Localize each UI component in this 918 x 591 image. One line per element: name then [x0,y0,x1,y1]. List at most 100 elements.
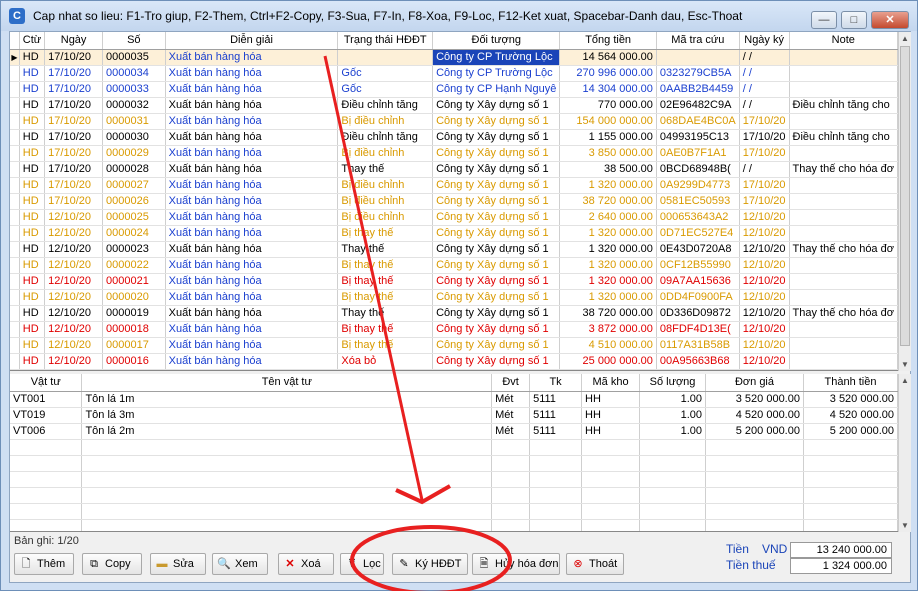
cell-dt[interactable]: Công ty Xây dựng số 1 [432,145,561,162]
column-header[interactable]: Ngày ký [739,32,790,50]
cell-ma[interactable]: 0DD4F0900FA [656,289,740,306]
cell-dg[interactable]: Xuất bán hàng hóa [165,129,339,146]
cell-tien[interactable]: 4 510 000.00 [559,337,657,354]
cell-dg[interactable]: Xuất bán hàng hóa [165,209,339,226]
cell-dt[interactable]: Công ty Xây dựng số 1 [432,113,561,130]
cell-dg[interactable]: Xuất bán hàng hóa [165,337,339,354]
detail-scrollbar[interactable]: ▲ ▼ [898,374,911,532]
grid-scrollbar[interactable]: ▲ ▼ [898,32,911,371]
table-row[interactable]: HD 17/10/20 0000032 Xuất bán hàng hóa Điều c… [10,97,898,114]
cell-tt[interactable]: Điều chỉnh tăng [337,97,434,114]
cell-tt[interactable]: Điều chỉnh tăng [337,129,434,146]
column-header[interactable]: Ngày [44,32,104,50]
cell-tien[interactable]: 270 996 000.00 [559,65,657,82]
scroll-thumb[interactable] [900,46,910,346]
table-row[interactable]: HD 12/10/20 0000023 Xuất bán hàng hóa Thay t… [10,241,898,258]
cell-so[interactable]: 0000024 [102,225,166,242]
cell-tt[interactable]: Thay thế [337,305,434,322]
edit-button[interactable]: ▬ Sửa [150,553,206,575]
table-row[interactable]: HD 12/10/20 0000024 Xuất bán hàng hóa Bị tha… [10,225,898,242]
cell-tien[interactable]: 25 000 000.00 [559,353,657,370]
table-row[interactable]: HD 12/10/20 0000021 Xuất bán hàng hóa Bị tha… [10,273,898,290]
cell-dg[interactable]: Xuất bán hàng hóa [165,273,339,290]
cell-nk[interactable]: 12/10/20 [739,305,790,322]
cell-ct[interactable]: HD [19,225,46,242]
cell-nk[interactable]: 12/10/20 [739,321,790,338]
cell-tt[interactable]: Bị điều chỉnh [337,209,434,226]
cell-ct[interactable]: HD [19,81,46,98]
cell-ma[interactable]: 068DAE4BC0A [656,113,740,130]
cell-ma[interactable]: 0D336D09872 [656,305,740,322]
cell-nk[interactable]: 12/10/20 [739,209,790,226]
cell-dt[interactable]: Công ty Xây dựng số 1 [432,97,561,114]
cell-tien[interactable]: 1 320 000.00 [559,241,657,258]
cell-ct[interactable]: HD [19,113,46,130]
cell-ngay[interactable]: 12/10/20 [44,289,104,306]
cell-tt[interactable]: Gốc [337,65,434,82]
cell-dg[interactable]: Xuất bán hàng hóa [165,225,339,242]
cell-ct[interactable]: HD [19,337,46,354]
cell-tt[interactable] [337,49,434,66]
cell-nk[interactable]: 12/10/20 [739,241,790,258]
cell-tt[interactable]: Bị điều chỉnh [337,193,434,210]
table-row[interactable]: HD 12/10/20 0000018 Xuất bán hàng hóa Bị tha… [10,321,898,338]
detail-column-header[interactable]: Số lượng [639,374,707,392]
cell-nk[interactable]: / / [739,65,790,82]
cell-tt[interactable]: Thay thế [337,241,434,258]
cell-dt[interactable]: Công ty Xây dựng số 1 [432,257,561,274]
cell-ma[interactable]: 00A95663B68 [656,353,740,370]
cell-dt[interactable]: Công ty Xây dựng số 1 [432,225,561,242]
detail-column-header[interactable]: Mã kho [581,374,641,392]
cell-ngay[interactable]: 12/10/20 [44,353,104,370]
column-header[interactable]: Đối tượng [432,32,561,50]
detail-cell-ten[interactable]: Tôn lá 2m [81,423,493,440]
column-header[interactable]: Note [789,32,898,50]
detail-cell-tt[interactable]: 5 200 000.00 [803,423,898,440]
detail-column-header[interactable]: Đvt [491,374,531,392]
cell-tien[interactable]: 1 320 000.00 [559,177,657,194]
cell-dt[interactable]: Công ty Xây dựng số 1 [432,209,561,226]
cell-tien[interactable]: 3 850 000.00 [559,145,657,162]
cell-note[interactable] [789,225,898,242]
detail-cell-dg[interactable]: 4 520 000.00 [705,407,804,424]
cell-note[interactable]: Thay thế cho hóa đơ [789,161,898,178]
detail-cell-ten[interactable]: Tôn lá 1m [81,391,493,408]
cell-nk[interactable]: 12/10/20 [739,225,790,242]
cell-dt[interactable]: Công ty Xây dựng số 1 [432,241,561,258]
close-button[interactable]: ✕ [871,11,909,29]
cell-tt[interactable]: Thay thế [337,161,434,178]
cell-tt[interactable]: Bị điều chỉnh [337,177,434,194]
cell-note[interactable] [789,177,898,194]
cell-so[interactable]: 0000032 [102,97,166,114]
detail-cell-ten[interactable]: Tôn lá 3m [81,407,493,424]
cell-dg[interactable]: Xuất bán hàng hóa [165,241,339,258]
detail-row[interactable]: VT019 Tôn lá 3m Mét 5111 HH 1.00 4 520 000.00 4… [10,407,898,424]
cell-so[interactable]: 0000029 [102,145,166,162]
cell-ngay[interactable]: 12/10/20 [44,273,104,290]
detail-cell-tt[interactable]: 4 520 000.00 [803,407,898,424]
cell-note[interactable] [789,209,898,226]
detail-cell-dvt[interactable]: Mét [491,423,531,440]
cell-tien[interactable]: 1 320 000.00 [559,225,657,242]
detail-cell-kho[interactable]: HH [581,407,641,424]
detail-cell-dvt[interactable]: Mét [491,407,531,424]
cell-so[interactable]: 0000022 [102,257,166,274]
cell-nk[interactable]: 12/10/20 [739,337,790,354]
cell-note[interactable] [789,145,898,162]
cell-ct[interactable]: HD [19,241,46,258]
cell-ma[interactable]: 0AE0B7F1A1 [656,145,740,162]
cell-so[interactable]: 0000025 [102,209,166,226]
cell-ngay[interactable]: 12/10/20 [44,337,104,354]
cell-tien[interactable]: 38 500.00 [559,161,657,178]
table-row[interactable]: HD 17/10/20 0000033 Xuất bán hàng hóa Gốc Côn… [10,81,898,98]
cell-dg[interactable]: Xuất bán hàng hóa [165,289,339,306]
cell-dt[interactable]: Công ty Xây dựng số 1 [432,305,561,322]
cell-ngay[interactable]: 12/10/20 [44,321,104,338]
detail-cell-kho[interactable]: HH [581,423,641,440]
detail-cell-tk[interactable]: 5111 [529,407,583,424]
cell-tien[interactable]: 1 320 000.00 [559,289,657,306]
cell-note[interactable]: Điều chỉnh tăng cho [789,97,898,114]
cell-ngay[interactable]: 12/10/20 [44,209,104,226]
cell-note[interactable] [789,337,898,354]
invoice-grid[interactable]: Ctừ Ngày Số Diễn giải Trạng thái HĐĐT Đối tượ… [10,32,898,371]
